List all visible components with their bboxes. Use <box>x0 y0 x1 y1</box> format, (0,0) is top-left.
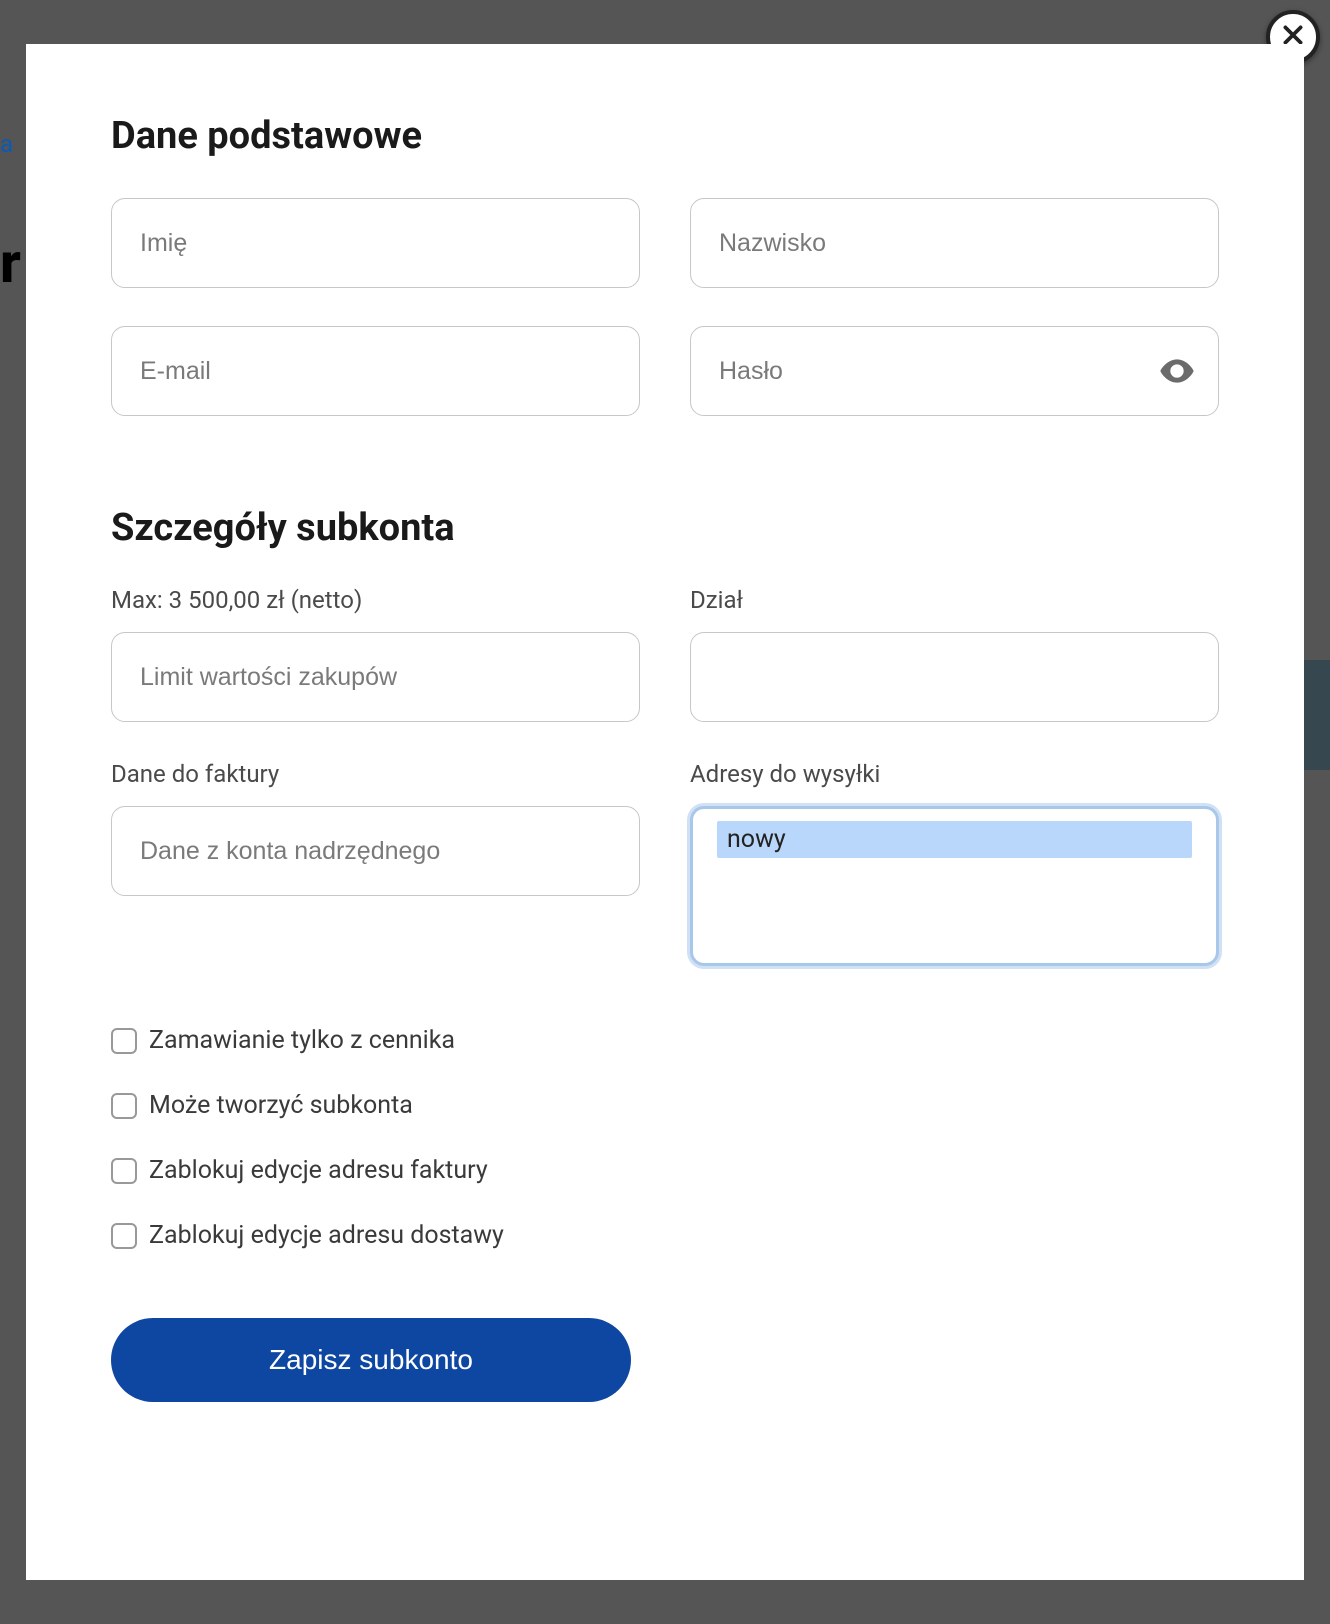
create-subaccounts-checkbox[interactable] <box>111 1093 137 1119</box>
shipping-addresses-label: Adresy do wysyłki <box>690 760 1219 788</box>
invoice-data-input[interactable] <box>111 806 640 896</box>
invoice-data-label: Dane do faktury <box>111 760 640 788</box>
eye-icon <box>1157 351 1197 391</box>
block-delivery-address-label: Zablokuj edycje adresu dostawy <box>149 1221 504 1250</box>
block-invoice-address-label: Zablokuj edycje adresu faktury <box>149 1156 488 1185</box>
basic-data-title: Dane podstawowe <box>111 114 1219 158</box>
purchase-limit-input[interactable] <box>111 632 640 722</box>
order-from-pricelist-label: Zamawianie tylko z cennika <box>149 1026 455 1055</box>
create-subaccounts-row[interactable]: Może tworzyć subkonta <box>111 1091 1219 1120</box>
password-input[interactable] <box>690 326 1219 416</box>
max-limit-label: Max: 3 500,00 zł (netto) <box>111 586 640 614</box>
subaccount-details-title: Szczegóły subkonta <box>111 506 1219 550</box>
block-invoice-address-checkbox[interactable] <box>111 1158 137 1184</box>
subaccount-details-grid: Max: 3 500,00 zł (netto) Dział Dane do f… <box>111 586 1219 966</box>
order-from-pricelist-row[interactable]: Zamawianie tylko z cennika <box>111 1026 1219 1055</box>
create-subaccounts-label: Może tworzyć subkonta <box>149 1091 413 1120</box>
save-subaccount-button[interactable]: Zapisz subkonto <box>111 1318 631 1402</box>
block-delivery-address-checkbox[interactable] <box>111 1223 137 1249</box>
shipping-address-option[interactable]: nowy <box>717 821 1192 858</box>
options-checkboxes: Zamawianie tylko z cennika Może tworzyć … <box>111 1026 1219 1250</box>
shipping-addresses-listbox[interactable]: nowy <box>690 806 1219 966</box>
modal-overlay: Dane podstawowe <box>0 0 1330 1624</box>
block-invoice-address-row[interactable]: Zablokuj edycje adresu faktury <box>111 1156 1219 1185</box>
department-input[interactable] <box>690 632 1219 722</box>
email-input[interactable] <box>111 326 640 416</box>
order-from-pricelist-checkbox[interactable] <box>111 1028 137 1054</box>
basic-data-grid <box>111 198 1219 416</box>
first-name-input[interactable] <box>111 198 640 288</box>
department-label: Dział <box>690 586 1219 614</box>
last-name-input[interactable] <box>690 198 1219 288</box>
toggle-password-visibility[interactable] <box>1157 351 1197 391</box>
modal: Dane podstawowe <box>26 44 1304 1580</box>
block-delivery-address-row[interactable]: Zablokuj edycje adresu dostawy <box>111 1221 1219 1250</box>
